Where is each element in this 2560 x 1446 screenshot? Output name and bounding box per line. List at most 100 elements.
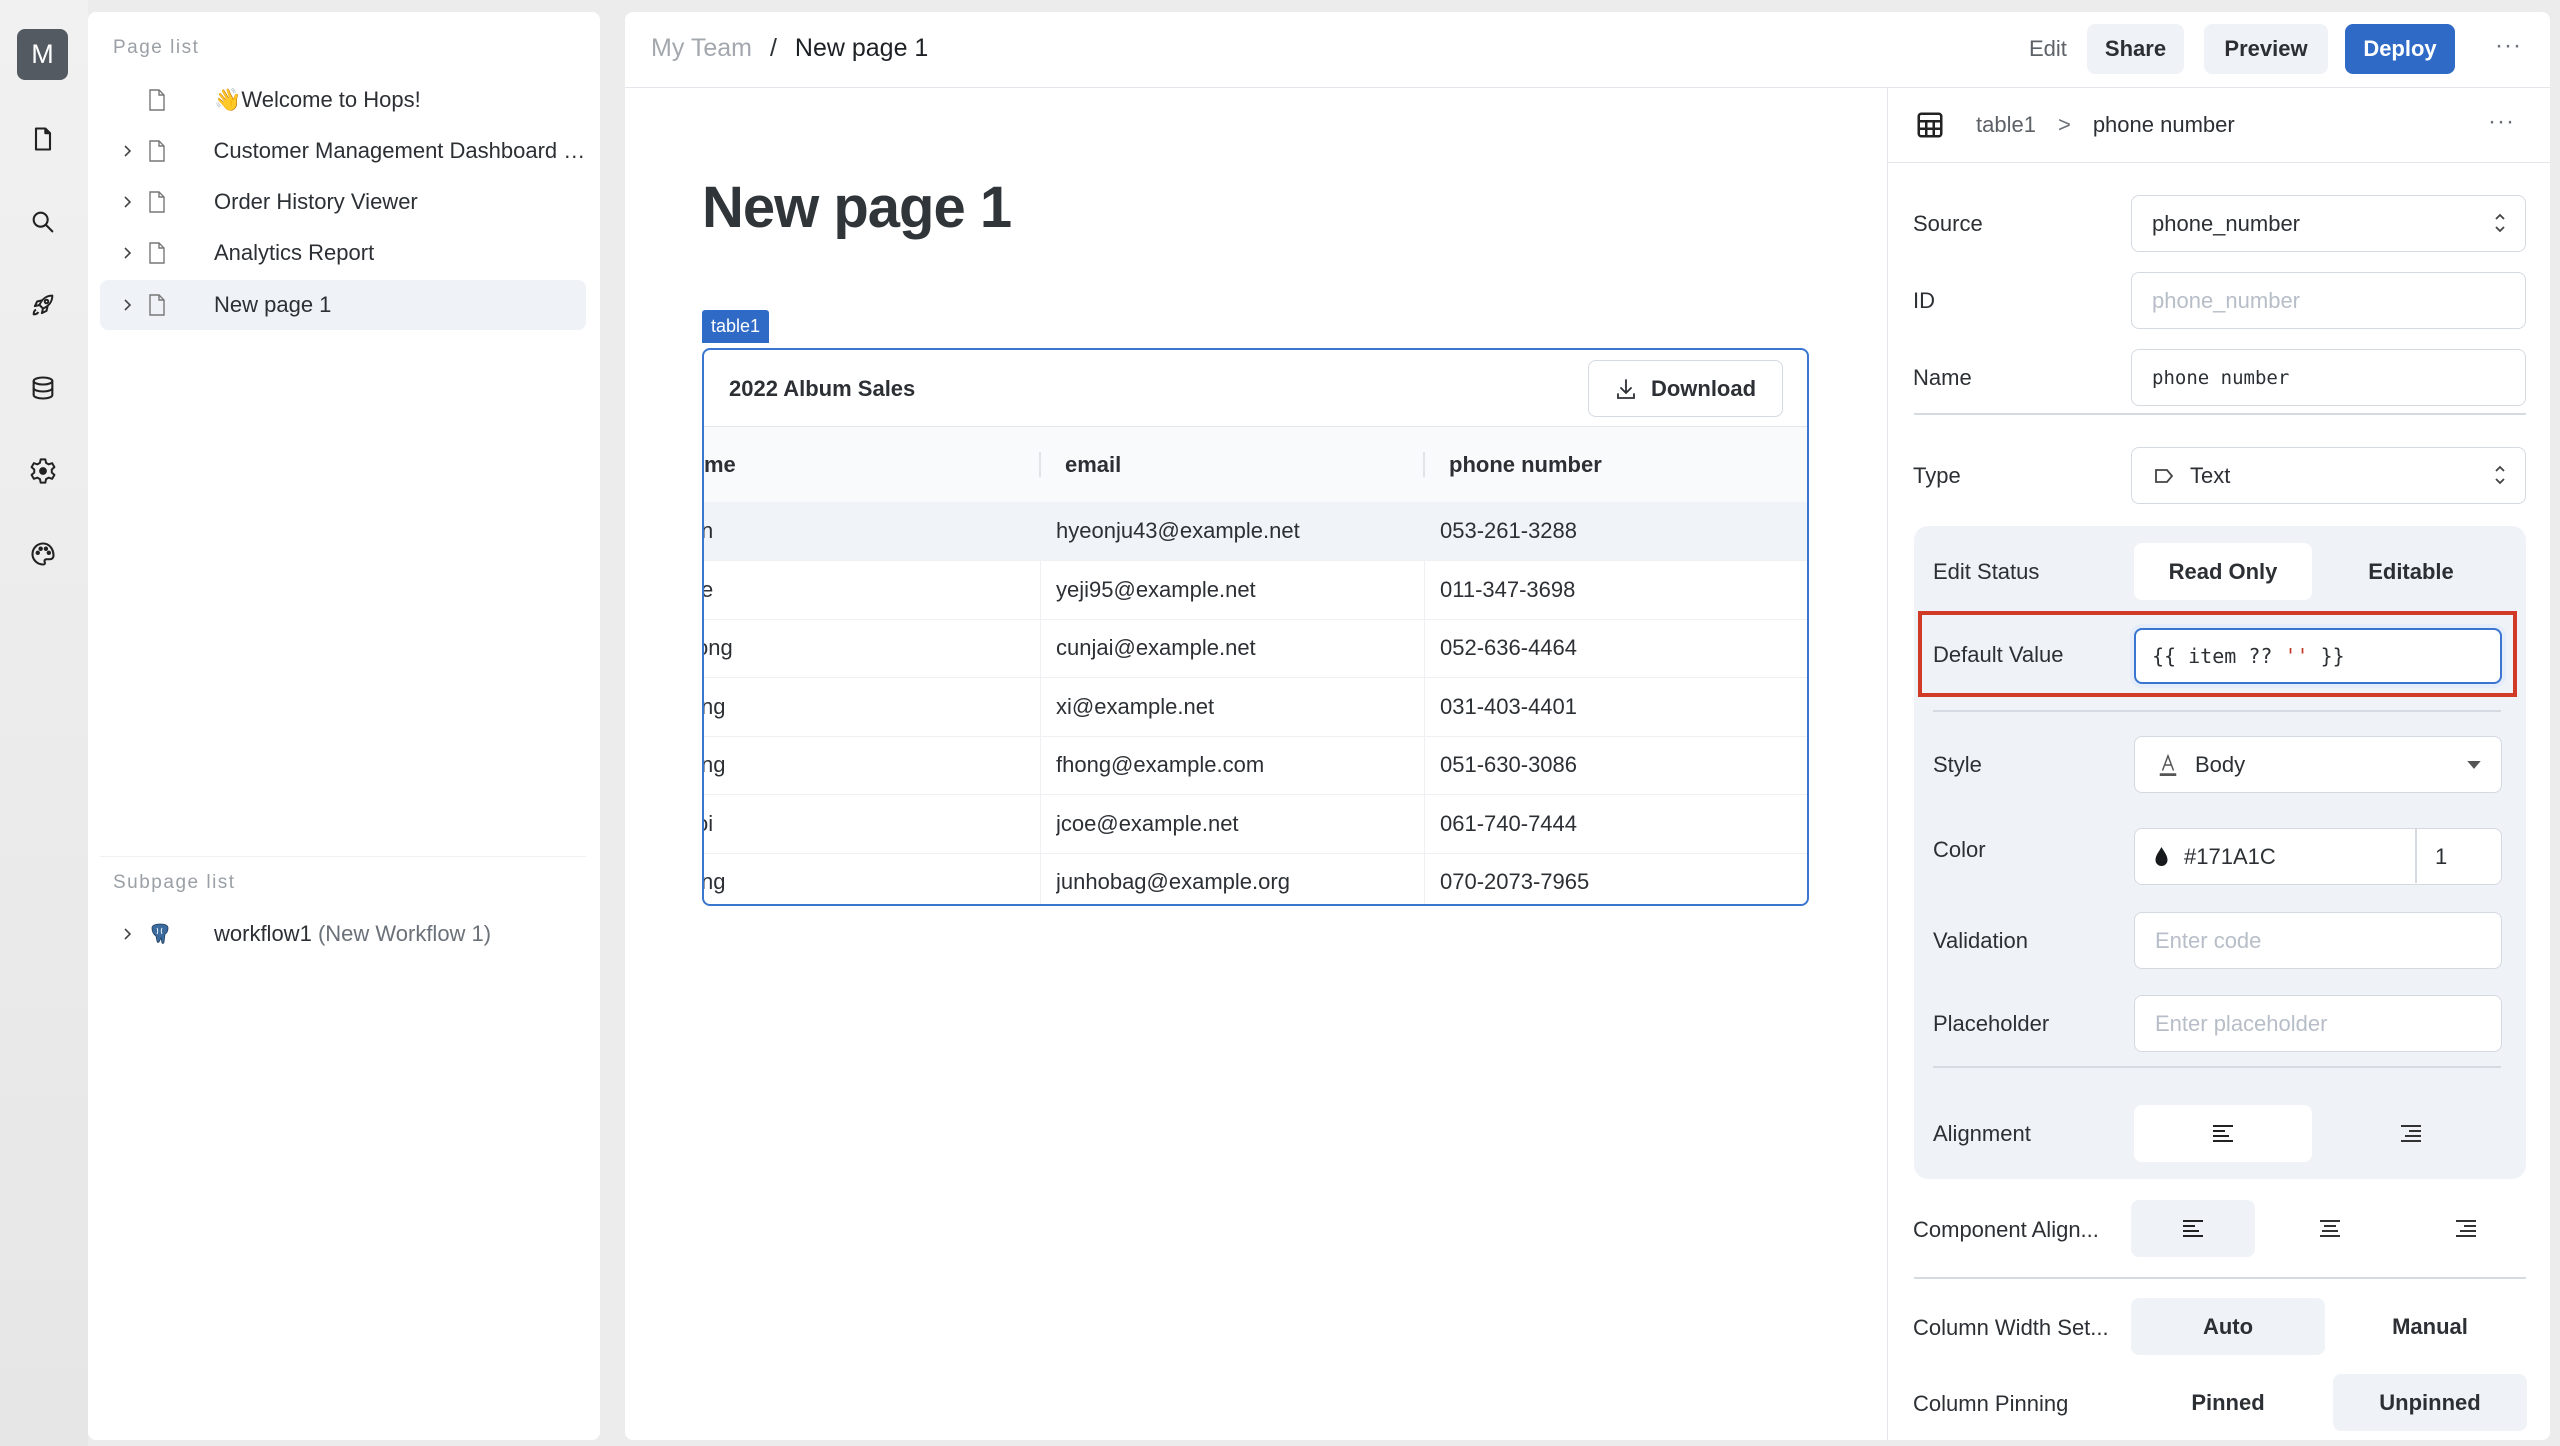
rocket-icon	[32, 294, 54, 316]
subpage-list-title: Subpage list	[113, 872, 236, 893]
icon-rail: M	[0, 0, 88, 1446]
validation-label: Validation	[1933, 928, 2028, 953]
caret-down-icon	[2467, 761, 2481, 769]
alignment-right-button[interactable]	[2322, 1105, 2500, 1162]
preview-button[interactable]: Preview	[2204, 24, 2328, 74]
style-label: Style	[1933, 752, 1982, 777]
table-row[interactable]: ng junhobag@example.org 070-2073-7965	[704, 853, 1807, 904]
section-divider	[1914, 413, 2526, 415]
wave-emoji: 👋	[214, 87, 242, 112]
page-list-title: Page list	[113, 37, 200, 58]
default-value-input[interactable]: {{ item ?? '' }}	[2134, 628, 2502, 684]
table-row[interactable]: oi jcoe@example.net 061-740-7444	[704, 795, 1807, 854]
type-select[interactable]: Text	[2131, 447, 2526, 504]
deploy-nav-button[interactable]	[28, 290, 58, 320]
edit-button[interactable]: Edit	[2029, 36, 2067, 62]
column-pinning-pinned[interactable]: Pinned	[2131, 1374, 2325, 1431]
more-options-button[interactable]: ···	[2495, 32, 2522, 60]
page-item-new-page-1[interactable]: New page 1	[100, 280, 586, 330]
table-row[interactable]: ng xi@example.net 031-403-4401	[704, 678, 1807, 737]
properties-more-button[interactable]: ···	[2488, 108, 2515, 136]
theme-nav-button[interactable]	[28, 539, 58, 569]
color-label: Color	[1933, 837, 1986, 862]
source-select[interactable]: phone_number	[2131, 195, 2526, 252]
file-icon	[34, 127, 52, 151]
database-nav-button[interactable]	[28, 373, 58, 403]
component-align-left-button[interactable]	[2131, 1200, 2255, 1257]
color-opacity-input[interactable]: 1	[2435, 844, 2447, 870]
default-value-label: Default Value	[1933, 642, 2064, 667]
document-icon	[149, 191, 165, 213]
column-width-manual[interactable]: Manual	[2333, 1298, 2527, 1355]
name-input[interactable]: phone number	[2131, 349, 2526, 406]
search-nav-button[interactable]	[28, 207, 58, 237]
properties-header: table1 > phone number ···	[1888, 88, 2550, 163]
page-item-customer-management[interactable]: Customer Management Dashboard -...	[100, 126, 586, 176]
column-header-phone-number[interactable]: phone number	[1449, 427, 1602, 502]
align-left-icon	[2183, 1219, 2203, 1237]
edit-status-editable[interactable]: Editable	[2322, 543, 2500, 600]
column-pinning-unpinned[interactable]: Unpinned	[2333, 1374, 2527, 1431]
search-icon	[32, 211, 54, 233]
placeholder-input[interactable]: Enter placeholder	[2134, 995, 2502, 1052]
breadcrumb-parent-table1[interactable]: table1	[1976, 112, 2036, 138]
properties-panel: table1 > phone number ··· Source phone_n…	[1887, 88, 2550, 1440]
section-divider	[1933, 710, 2501, 712]
updown-chevron-icon	[2495, 465, 2505, 485]
page-item-order-history[interactable]: Order History Viewer	[100, 177, 586, 227]
validation-input[interactable]: Enter code	[2134, 912, 2502, 969]
column-resizer[interactable]	[1039, 452, 1041, 477]
component-align-center-button[interactable]	[2268, 1200, 2392, 1257]
table-row[interactable]: ng fhong@example.com 051-630-3086	[704, 736, 1807, 795]
section-divider	[1914, 1277, 2526, 1279]
style-select[interactable]: Body	[2134, 736, 2502, 793]
column-header-name[interactable]: me	[704, 427, 736, 502]
settings-nav-button[interactable]	[28, 456, 58, 486]
workspace-avatar[interactable]: M	[17, 29, 68, 80]
alignment-label: Alignment	[1933, 1121, 2031, 1146]
postgres-elephant-icon	[151, 923, 169, 944]
page-title[interactable]: New page 1	[702, 174, 1012, 241]
share-button[interactable]: Share	[2087, 24, 2184, 74]
column-header-email[interactable]: email	[1065, 427, 1121, 502]
column-width-label: Column Width Set...	[1913, 1315, 2109, 1340]
table-row[interactable]: ong cunjai@example.net 052-636-4464	[704, 619, 1807, 678]
alignment-left-button[interactable]	[2134, 1105, 2312, 1162]
component-alignment-label: Component Align...	[1913, 1217, 2099, 1242]
color-input[interactable]: #171A1C 1	[2134, 828, 2502, 885]
download-button[interactable]: Download	[1588, 360, 1783, 417]
chevron-right-icon[interactable]	[121, 246, 133, 260]
table-toolbar: 2022 Album Sales Download	[704, 350, 1807, 427]
chevron-right-icon[interactable]	[121, 298, 133, 312]
chevron-right-icon[interactable]	[121, 927, 133, 941]
id-label: ID	[1913, 288, 1935, 313]
source-label: Source	[1913, 211, 1983, 236]
table-header-row: me email phone number	[704, 427, 1807, 502]
id-input[interactable]: phone_number	[2131, 272, 2526, 329]
table-title: 2022 Album Sales	[729, 376, 916, 401]
table-row[interactable]: e yeji95@example.net 011-347-3698	[704, 561, 1807, 620]
top-bar: My Team / New page 1 Edit Share Preview …	[625, 12, 2550, 88]
column-resizer[interactable]	[1423, 452, 1425, 477]
component-align-right-button[interactable]	[2404, 1200, 2528, 1257]
edit-status-read-only[interactable]: Read Only	[2134, 543, 2312, 600]
name-label: Name	[1913, 365, 1972, 390]
align-right-icon	[2456, 1219, 2476, 1237]
type-label: Type	[1913, 463, 1961, 488]
document-icon	[149, 140, 165, 162]
component-tag[interactable]: table1	[702, 310, 770, 343]
properties-breadcrumb: table1 > phone number	[1976, 112, 2235, 138]
deploy-button[interactable]: Deploy	[2345, 24, 2455, 74]
page-item-analytics-report[interactable]: Analytics Report	[100, 228, 586, 278]
breadcrumb-team[interactable]: My Team	[651, 34, 752, 63]
chevron-right-icon[interactable]	[121, 195, 133, 209]
pages-nav-button[interactable]	[28, 124, 58, 154]
chevron-right-icon[interactable]	[121, 144, 133, 158]
download-icon	[1617, 378, 1635, 399]
subpage-item-workflow1[interactable]: workflow1 (New Workflow 1)	[100, 909, 586, 959]
column-width-auto[interactable]: Auto	[2131, 1298, 2325, 1355]
table-row[interactable]: n hyeonju43@example.net 053-261-3288	[704, 502, 1807, 561]
page-item-welcome[interactable]: 👋Welcome to Hops!	[100, 75, 586, 125]
table-component[interactable]: 2022 Album Sales Download me email phone…	[702, 348, 1809, 906]
text-style-icon	[2159, 753, 2177, 776]
